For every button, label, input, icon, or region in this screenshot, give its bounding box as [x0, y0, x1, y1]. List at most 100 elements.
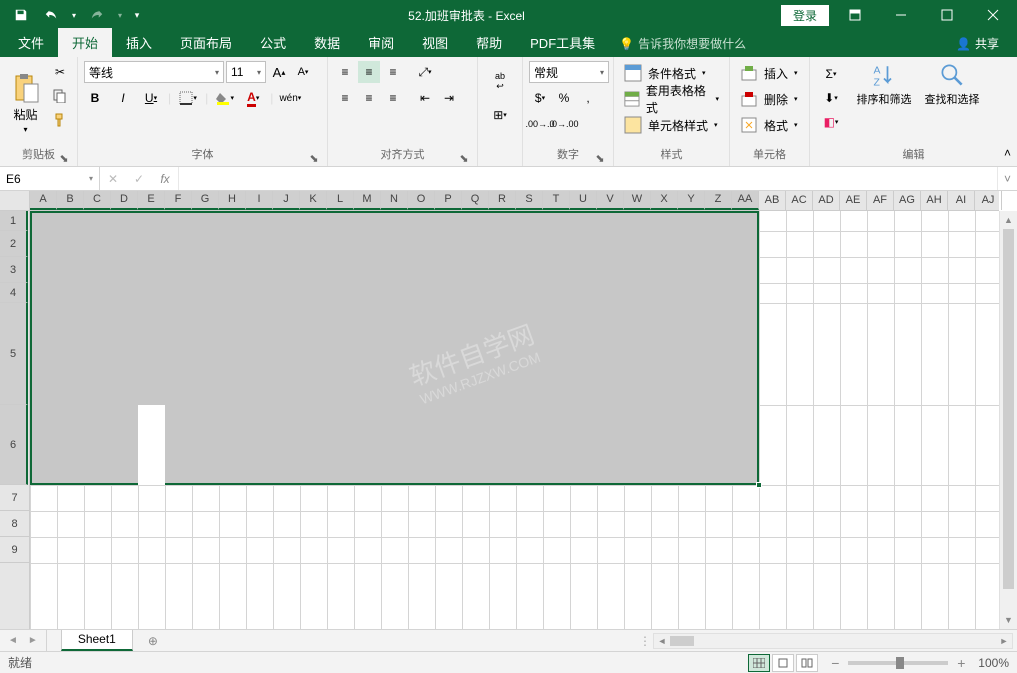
share-button[interactable]: 👤 共享: [942, 30, 1013, 57]
minimize-button[interactable]: [881, 0, 921, 30]
hscroll-splitter[interactable]: ⋮: [639, 634, 651, 648]
insert-cells-button[interactable]: 插入▾: [736, 61, 803, 85]
close-button[interactable]: [973, 0, 1013, 30]
number-launcher[interactable]: ⬊: [595, 152, 605, 162]
tab-view[interactable]: 视图: [408, 28, 462, 57]
column-header[interactable]: Z: [705, 191, 732, 210]
column-header[interactable]: A: [30, 191, 57, 210]
copy-button[interactable]: [49, 85, 71, 107]
name-box-dropdown[interactable]: ▾: [89, 174, 93, 183]
font-launcher[interactable]: ⬊: [309, 152, 319, 162]
column-header[interactable]: D: [111, 191, 138, 210]
column-header[interactable]: T: [543, 191, 570, 210]
active-cell[interactable]: [138, 405, 165, 485]
scroll-up-button[interactable]: ▲: [1000, 211, 1017, 229]
column-header[interactable]: R: [489, 191, 516, 210]
align-center-button[interactable]: ≡: [358, 87, 380, 109]
clear-button[interactable]: ◧▾: [816, 111, 846, 133]
bold-button[interactable]: B: [84, 87, 106, 109]
orientation-button[interactable]: ⤢▾: [414, 61, 436, 83]
horizontal-scrollbar[interactable]: ◄ ►: [653, 633, 1013, 649]
column-header[interactable]: S: [516, 191, 543, 210]
column-headers[interactable]: ABCDEFGHIJKLMNOPQRSTUVWXYZAAABACADAEAFAG…: [30, 191, 999, 211]
zoom-level[interactable]: 100%: [978, 656, 1009, 670]
column-header[interactable]: V: [597, 191, 624, 210]
column-header[interactable]: AB: [759, 191, 786, 210]
comma-format-button[interactable]: ,: [577, 87, 599, 109]
zoom-track[interactable]: [848, 661, 948, 665]
redo-button[interactable]: [84, 3, 110, 27]
autosum-button[interactable]: Σ▾: [816, 63, 846, 85]
tab-data[interactable]: 数据: [300, 28, 354, 57]
hscroll-thumb[interactable]: [670, 636, 694, 646]
column-header[interactable]: AE: [840, 191, 867, 210]
phonetic-button[interactable]: wén▾: [279, 87, 301, 109]
column-header[interactable]: L: [327, 191, 354, 210]
zoom-in-button[interactable]: +: [954, 655, 968, 671]
column-header[interactable]: C: [84, 191, 111, 210]
sheet-nav-prev[interactable]: ◄: [8, 635, 18, 646]
sort-filter-button[interactable]: AZ 排序和筛选: [854, 61, 914, 107]
row-header[interactable]: 4: [0, 283, 28, 303]
column-header[interactable]: AH: [921, 191, 948, 210]
align-top-button[interactable]: ≡: [334, 61, 356, 83]
zoom-out-button[interactable]: −: [828, 655, 842, 671]
wrap-text-button[interactable]: ab↩: [484, 67, 516, 95]
sheet-nav-next[interactable]: ►: [28, 635, 38, 646]
align-bottom-button[interactable]: ≡: [382, 61, 404, 83]
accept-formula-button[interactable]: ✓: [130, 172, 148, 186]
tab-review[interactable]: 审阅: [354, 28, 408, 57]
column-header[interactable]: O: [408, 191, 435, 210]
merge-button[interactable]: ⊞▾: [484, 101, 516, 129]
tab-home[interactable]: 开始: [58, 28, 112, 57]
column-header[interactable]: I: [246, 191, 273, 210]
scroll-down-button[interactable]: ▼: [1000, 611, 1017, 629]
italic-button[interactable]: I: [112, 87, 134, 109]
cut-button[interactable]: ✂: [49, 61, 71, 83]
ribbon-display-options[interactable]: [835, 0, 875, 30]
column-header[interactable]: AI: [948, 191, 975, 210]
tell-me-search[interactable]: 💡 告诉我你想要做什么: [609, 30, 756, 57]
clipboard-launcher[interactable]: ⬊: [59, 152, 69, 162]
fx-button[interactable]: fx: [156, 172, 174, 186]
paste-button[interactable]: 粘贴 ▾: [6, 61, 45, 144]
row-header[interactable]: 5: [0, 303, 28, 405]
name-box-input[interactable]: [6, 172, 89, 186]
cancel-formula-button[interactable]: ✕: [104, 172, 122, 186]
fill-color-button[interactable]: ▾: [214, 87, 236, 109]
row-headers[interactable]: 123456789: [0, 211, 30, 629]
row-header[interactable]: 8: [0, 511, 29, 537]
undo-button[interactable]: [38, 3, 64, 27]
increase-indent-button[interactable]: ⇥: [438, 87, 460, 109]
add-sheet-button[interactable]: ⊕: [139, 630, 167, 651]
increase-font-button[interactable]: A▴: [268, 61, 290, 83]
percent-format-button[interactable]: %: [553, 87, 575, 109]
column-header[interactable]: Y: [678, 191, 705, 210]
decrease-font-button[interactable]: A▾: [292, 61, 314, 83]
column-header[interactable]: AG: [894, 191, 921, 210]
accounting-format-button[interactable]: $▾: [529, 87, 551, 109]
font-color-button[interactable]: A▾: [242, 87, 264, 109]
tab-layout[interactable]: 页面布局: [166, 28, 246, 57]
cells-area[interactable]: 软件自学网 WWW.RJZXW.COM: [30, 211, 999, 629]
login-button[interactable]: 登录: [781, 5, 829, 26]
sheet-tab[interactable]: Sheet1: [61, 630, 133, 651]
save-button[interactable]: [8, 3, 34, 27]
collapse-ribbon-button[interactable]: ˄: [1004, 146, 1011, 160]
format-cells-button[interactable]: 格式▾: [736, 113, 803, 137]
underline-button[interactable]: U ▾: [140, 87, 162, 109]
delete-cells-button[interactable]: 删除▾: [736, 87, 803, 111]
tab-insert[interactable]: 插入: [112, 28, 166, 57]
row-header[interactable]: 1: [0, 211, 28, 231]
qat-customize[interactable]: ▾: [130, 3, 144, 27]
tab-help[interactable]: 帮助: [462, 28, 516, 57]
row-header[interactable]: 6: [0, 405, 28, 485]
column-header[interactable]: J: [273, 191, 300, 210]
column-header[interactable]: AA: [732, 191, 759, 210]
tab-pdf[interactable]: PDF工具集: [516, 28, 609, 57]
tab-file[interactable]: 文件: [4, 28, 58, 57]
fill-handle[interactable]: [756, 482, 762, 488]
column-header[interactable]: H: [219, 191, 246, 210]
column-header[interactable]: AF: [867, 191, 894, 210]
scroll-right-button[interactable]: ►: [996, 636, 1012, 646]
